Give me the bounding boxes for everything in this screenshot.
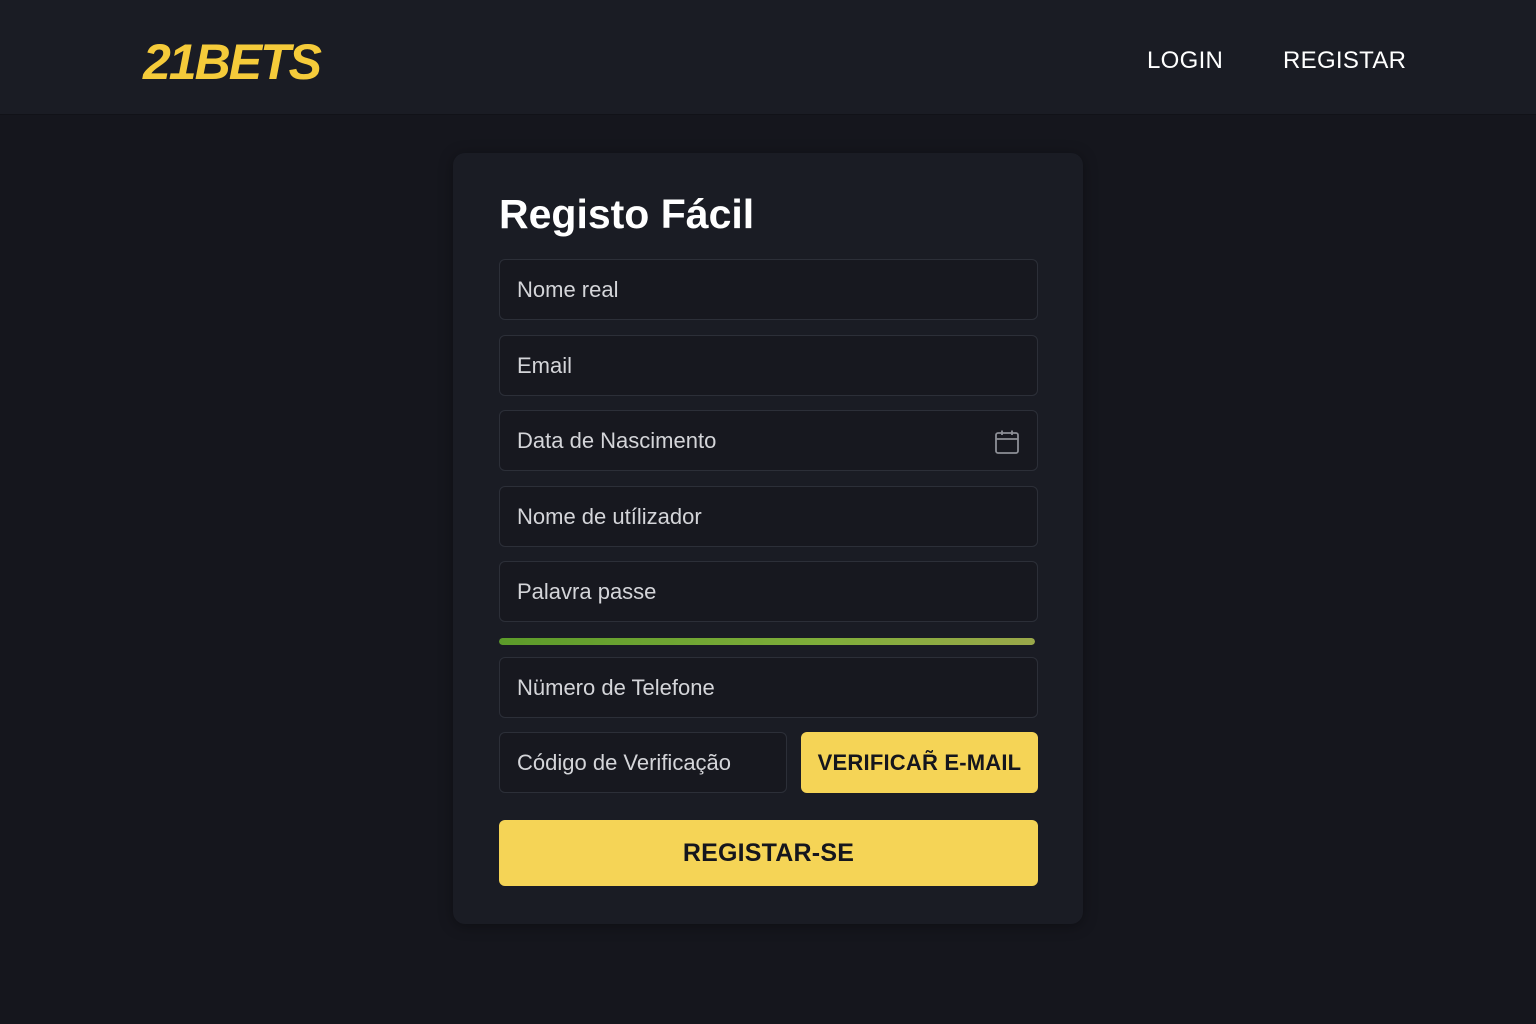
email-field xyxy=(499,335,1038,396)
nav-login-link[interactable]: LOGIN xyxy=(1147,44,1223,78)
birth-date-field xyxy=(499,410,1038,471)
username-input[interactable] xyxy=(500,487,1037,546)
username-field xyxy=(499,486,1038,547)
verification-code-input[interactable] xyxy=(500,733,786,792)
top-navigation-bar: 21BETS LOGIN REGISTAR xyxy=(0,0,1536,115)
password-strength-fill xyxy=(499,638,1035,645)
phone-field xyxy=(499,657,1038,718)
email-input[interactable] xyxy=(500,336,1037,395)
form-title: Registo Fácil xyxy=(499,191,755,237)
password-field xyxy=(499,561,1038,622)
phone-input[interactable] xyxy=(500,658,1037,717)
calendar-icon[interactable] xyxy=(994,429,1020,455)
nav-register-link[interactable]: REGISTAR xyxy=(1283,44,1406,78)
verification-code-field xyxy=(499,732,787,793)
register-submit-button[interactable]: REGISTAR-SE xyxy=(499,820,1038,886)
verify-email-button[interactable]: VERIFICAR̃ E-MAIL xyxy=(801,732,1038,793)
real-name-input[interactable] xyxy=(500,260,1037,319)
password-strength-meter xyxy=(499,638,1035,645)
brand-logo[interactable]: 21BETS xyxy=(143,32,322,92)
real-name-field xyxy=(499,259,1038,320)
password-input[interactable] xyxy=(500,562,1037,621)
birth-date-input[interactable] xyxy=(500,411,1037,470)
